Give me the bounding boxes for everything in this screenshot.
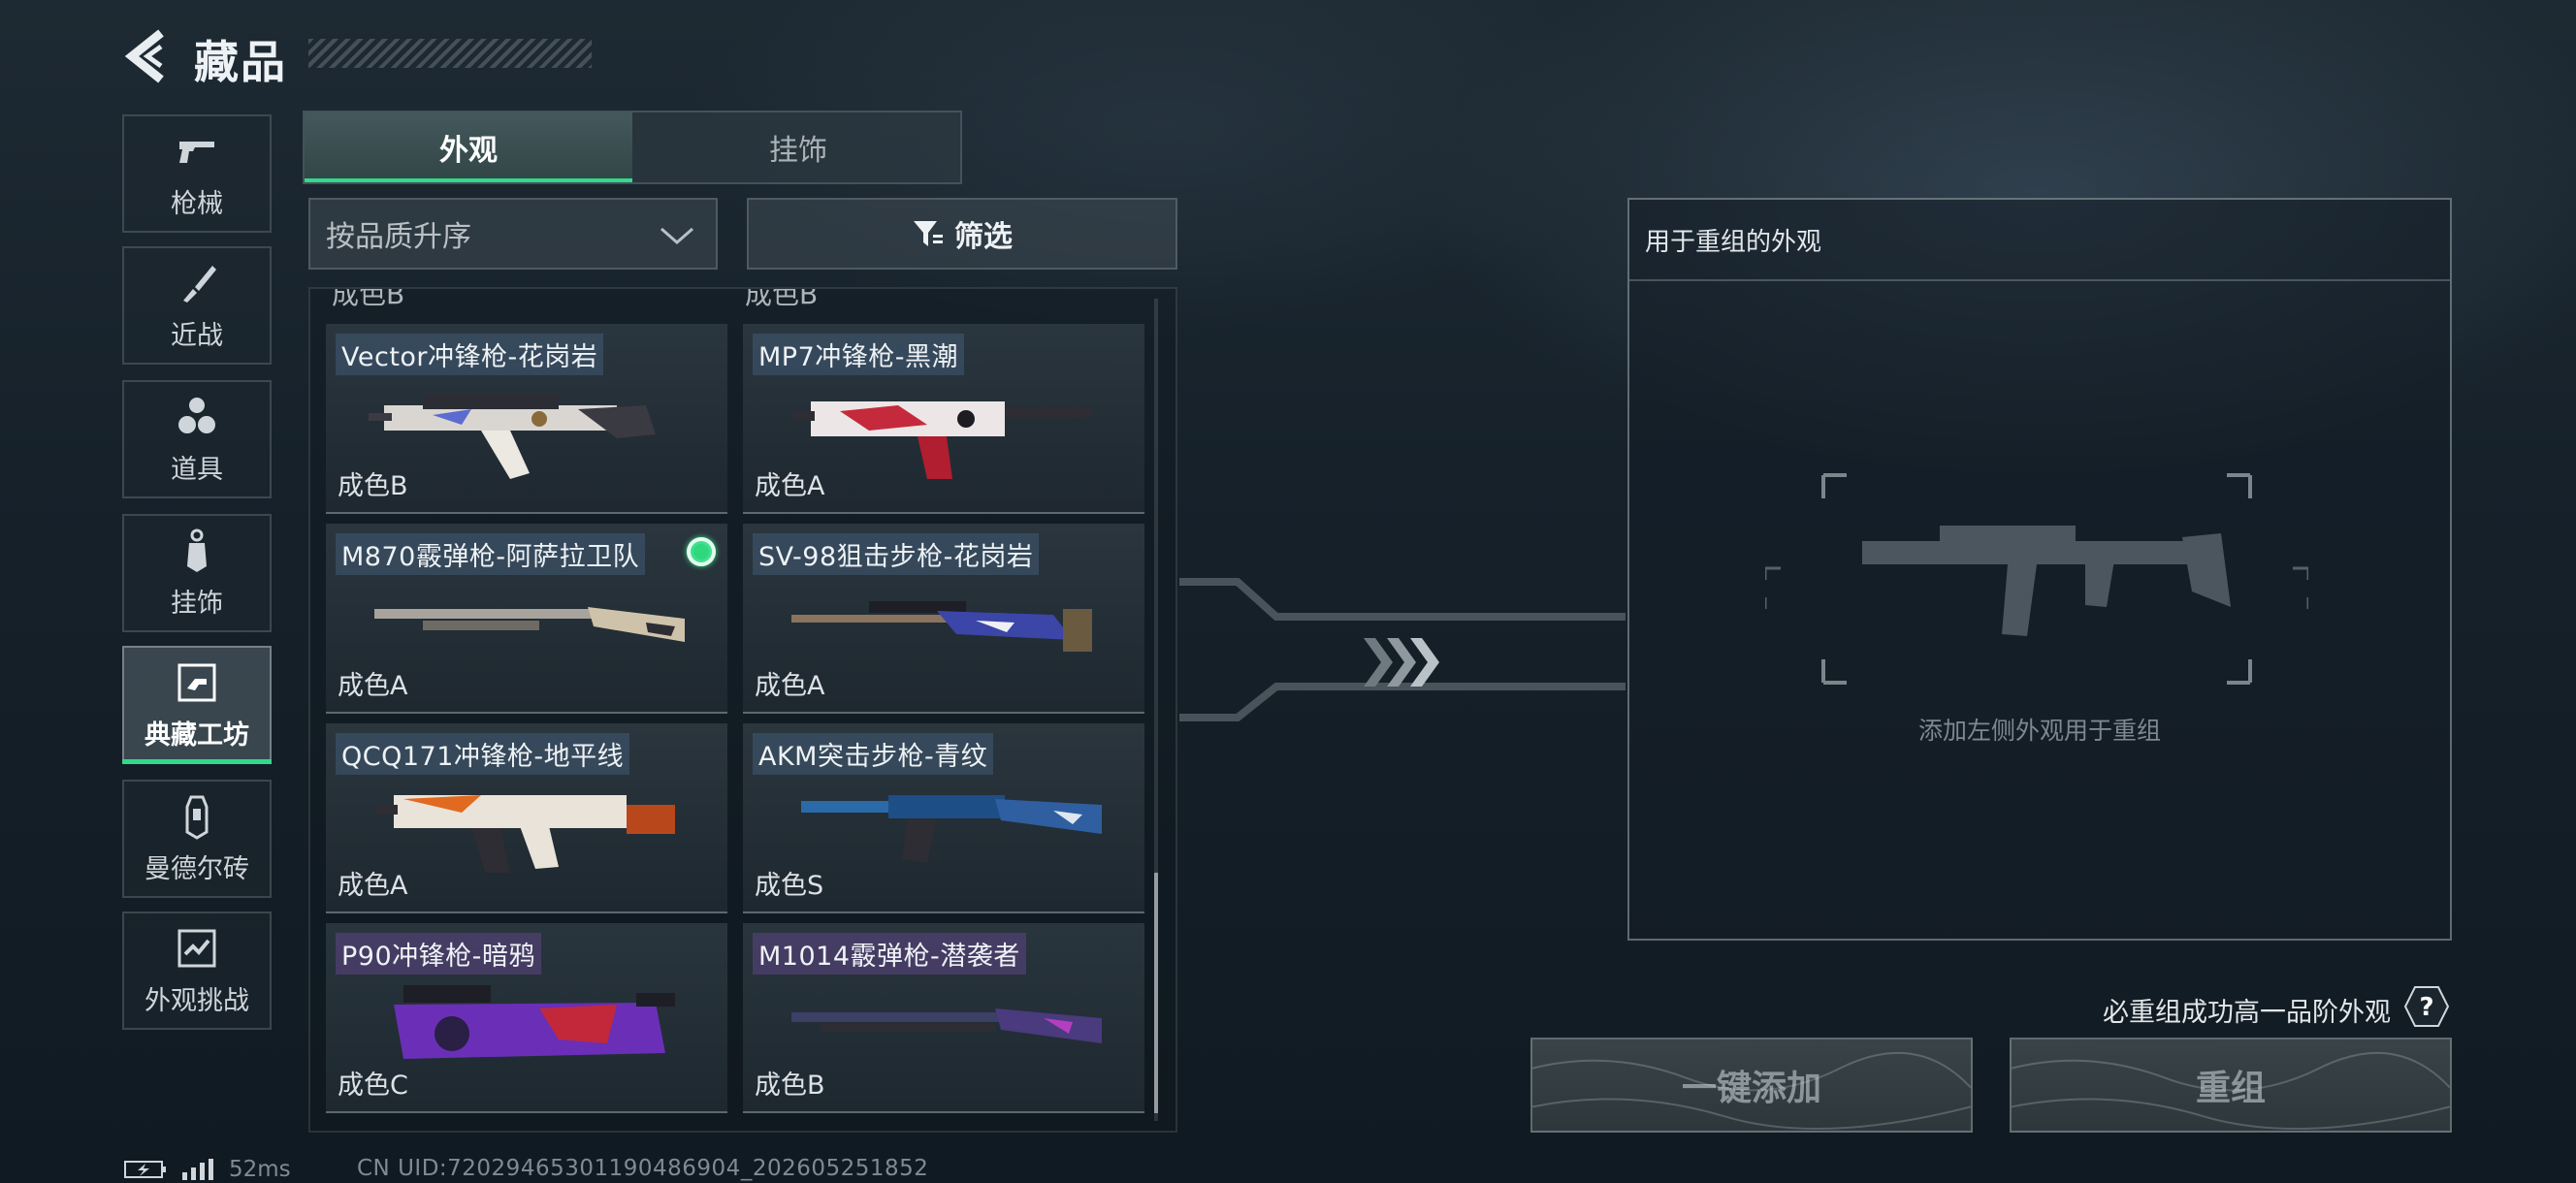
sort-dropdown[interactable]: 按品质升序: [308, 198, 718, 270]
sort-value: 按品质升序: [326, 220, 471, 254]
button-texture: [1532, 1051, 1971, 1130]
status-bar: 52ms: [124, 1156, 291, 1183]
smg-icon: [374, 795, 675, 873]
help-label: ?: [2419, 993, 2433, 1022]
category-label: 曼德尔砖: [145, 853, 249, 884]
sniper-rifle-icon: [791, 601, 1092, 652]
item-card[interactable]: P90冲锋枪-暗鸦 成色C: [326, 923, 727, 1113]
page-title: 藏品: [194, 36, 287, 88]
category-melee[interactable]: 近战: [122, 246, 272, 365]
item-grade: 成色B: [755, 1071, 825, 1101]
empty-slot-rifle-icon: [1765, 473, 2308, 685]
item-card[interactable]: SV-98狙击步枪-花岗岩 成色A: [743, 524, 1144, 714]
smg-icon: [793, 401, 1092, 479]
item-grade: 成色B: [338, 471, 408, 501]
category-label: 典藏工坊: [145, 719, 249, 751]
item-card[interactable]: MP7冲锋枪-黑潮 成色A: [743, 324, 1144, 514]
item-grade: 成色A: [755, 471, 825, 501]
signal-icon: [182, 1159, 213, 1180]
item-grade: 成色A: [338, 871, 408, 901]
pistol-icon: [179, 141, 214, 163]
button-texture: [2012, 1051, 2450, 1130]
smg-icon: [369, 396, 656, 479]
panel-title: 用于重组的外观: [1629, 200, 2450, 281]
category-workshop[interactable]: 典藏工坊: [122, 646, 272, 764]
category-charms[interactable]: 挂饰: [122, 514, 272, 632]
item-card[interactable]: M1014霰弹枪-潜袭者 成色B: [743, 923, 1144, 1113]
battery-icon: [124, 1161, 166, 1178]
item-card[interactable]: QCQ171冲锋枪-地平线 成色A: [326, 723, 727, 913]
grenades-icon: [178, 397, 215, 433]
tab-appearance[interactable]: 外观: [305, 112, 632, 182]
guarantee-text: 必重组成功高一品阶外观: [2103, 998, 2391, 1028]
category-label: 近战: [171, 320, 223, 351]
item-grade: 成色A: [755, 671, 825, 701]
category-items[interactable]: 道具: [122, 380, 272, 498]
item-card[interactable]: M870霰弹枪-阿萨拉卫队 成色A: [326, 524, 727, 714]
mandel-brick-icon: [185, 795, 209, 840]
filter-icon: [914, 221, 943, 246]
item-grade: 成色C: [338, 1071, 408, 1101]
arrow-right-icon: [1364, 638, 1439, 687]
category-label: 挂饰: [171, 588, 223, 619]
filter-button[interactable]: 筛选: [747, 198, 1177, 270]
charm-icon: [187, 528, 207, 572]
shotgun-icon: [374, 607, 685, 642]
item-grade: 成色S: [755, 871, 824, 901]
item-grade: 成色B: [332, 287, 405, 310]
shotgun-icon: [791, 1008, 1102, 1043]
p90-icon: [394, 985, 675, 1059]
item-grade: 成色B: [745, 287, 819, 310]
tab-bar: 外观 挂饰: [303, 111, 962, 184]
category-label: 枪械: [171, 188, 223, 219]
reassemble-panel: 用于重组的外观 添加左侧外观用于重组: [1627, 198, 2452, 941]
help-icon[interactable]: ?: [2403, 985, 2450, 1028]
challenge-icon: [177, 929, 216, 967]
back-button[interactable]: [124, 29, 169, 83]
uid-text: CN UID:72029465301190486904_202605251852: [357, 1156, 929, 1181]
title-decoration: [308, 39, 592, 68]
item-card[interactable]: Vector冲锋枪-花岗岩 成色B: [326, 324, 727, 514]
item-card[interactable]: AKM突击步枪-青纹 成色S: [743, 723, 1144, 913]
category-label: 外观挑战: [145, 985, 249, 1016]
filter-label: 筛选: [954, 220, 1013, 254]
equipped-indicator: [687, 537, 716, 566]
tab-charms[interactable]: 挂饰: [634, 112, 962, 182]
knife-icon: [183, 265, 216, 303]
category-mandel-brick[interactable]: 曼德尔砖: [122, 780, 272, 898]
category-challenge[interactable]: 外观挑战: [122, 911, 272, 1030]
quick-add-button[interactable]: 一键添加: [1530, 1038, 1973, 1133]
back-arrow-icon: [124, 29, 164, 83]
assault-rifle-icon: [801, 795, 1102, 863]
category-guns[interactable]: 枪械: [122, 114, 272, 233]
item-list[interactable]: 成色B 成色B Vector冲锋枪-花岗岩 成色B MP7冲锋枪-黑潮 成色A: [308, 287, 1177, 1133]
item-grade: 成色A: [338, 671, 408, 701]
workshop-icon: [177, 663, 216, 701]
reassemble-button[interactable]: 重组: [2010, 1038, 2452, 1133]
scrollbar-thumb[interactable]: [1154, 873, 1158, 1113]
ping-value: 52ms: [229, 1157, 291, 1182]
chevron-down-icon: [660, 227, 693, 244]
empty-slot-hint: 添加左侧外观用于重组: [1917, 717, 2161, 745]
category-label: 道具: [171, 454, 223, 485]
